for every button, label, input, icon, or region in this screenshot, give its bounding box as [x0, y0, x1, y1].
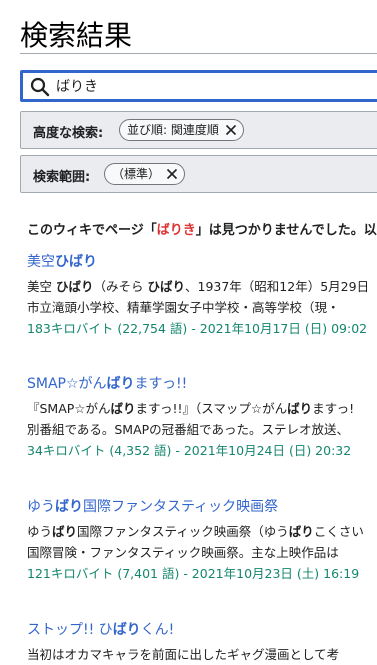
no-page-notice: このウィキでページ「ばりき」は見つかりませんでした。以 [27, 223, 377, 238]
search-box[interactable] [20, 70, 377, 102]
create-page-link[interactable]: ばりき [157, 223, 196, 238]
result-snippet: 当初はオカマキャラを前面に出したギャグ漫画として考 [27, 647, 340, 662]
namespace-chip[interactable]: （標準） [104, 163, 186, 185]
page-title: 検索結果 [20, 19, 133, 52]
result-title-link[interactable]: ゆうばり国際ファンタスティック映画祭 [27, 498, 377, 516]
result-title-link[interactable]: ストップ!! ひばりくん! [27, 621, 377, 639]
result-snippet: ゆうばり国際ファンタスティック映画祭（ゆうばりこくさい 国際冒険・ファンタスティ… [27, 524, 364, 560]
sort-order-chip-label: 並び順: 関連度順 [127, 123, 219, 137]
sort-order-chip[interactable]: 並び順: 関連度順 [119, 119, 244, 141]
result-title-link[interactable]: SMAP☆がんばりますっ!! [27, 375, 377, 393]
search-input[interactable] [56, 75, 376, 97]
search-icon[interactable] [30, 77, 50, 97]
search-scope-label: 検索範囲: [33, 170, 91, 185]
search-result: ストップ!! ひばりくん! 当初はオカマキャラを前面に出したギャグ漫画として考 [27, 621, 377, 665]
namespace-chip-label: （標準） [112, 167, 161, 181]
search-result: 美空ひばり 美空 ひばり（みそら ひばり、1937年（昭和12年）5月29日 市… [27, 253, 377, 339]
search-scope-bar: 検索範囲: （標準） [20, 155, 377, 193]
result-metadata: 34キロバイト (4,352 語) - 2021年10月24日 (日) 20:3… [27, 443, 352, 458]
close-icon[interactable] [164, 166, 180, 182]
advanced-search-bar: 高度な検索: 並び順: 関連度順 [20, 111, 377, 149]
search-result: ゆうばり国際ファンタスティック映画祭 ゆうばり国際ファンタスティック映画祭（ゆう… [27, 498, 377, 584]
title-divider [20, 53, 377, 54]
result-snippet: 美空 ひばり（みそら ひばり、1937年（昭和12年）5月29日 市立滝頭小学校… [27, 279, 370, 315]
result-snippet: 『SMAP☆がんばりますっ!!』（スマップ☆がんばりますっ! 別番組である。SM… [27, 401, 355, 437]
advanced-search-label: 高度な検索: [33, 126, 104, 141]
result-title-link[interactable]: 美空ひばり [27, 253, 377, 271]
close-icon[interactable] [223, 122, 239, 138]
result-metadata: 121キロバイト (7,401 語) - 2021年10月23日 (土) 16:… [27, 566, 360, 581]
result-metadata: 183キロバイト (22,754 語) - 2021年10月17日 (日) 09… [27, 321, 368, 336]
search-result: SMAP☆がんばりますっ!! 『SMAP☆がんばりますっ!!』（スマップ☆がんば… [27, 375, 377, 461]
